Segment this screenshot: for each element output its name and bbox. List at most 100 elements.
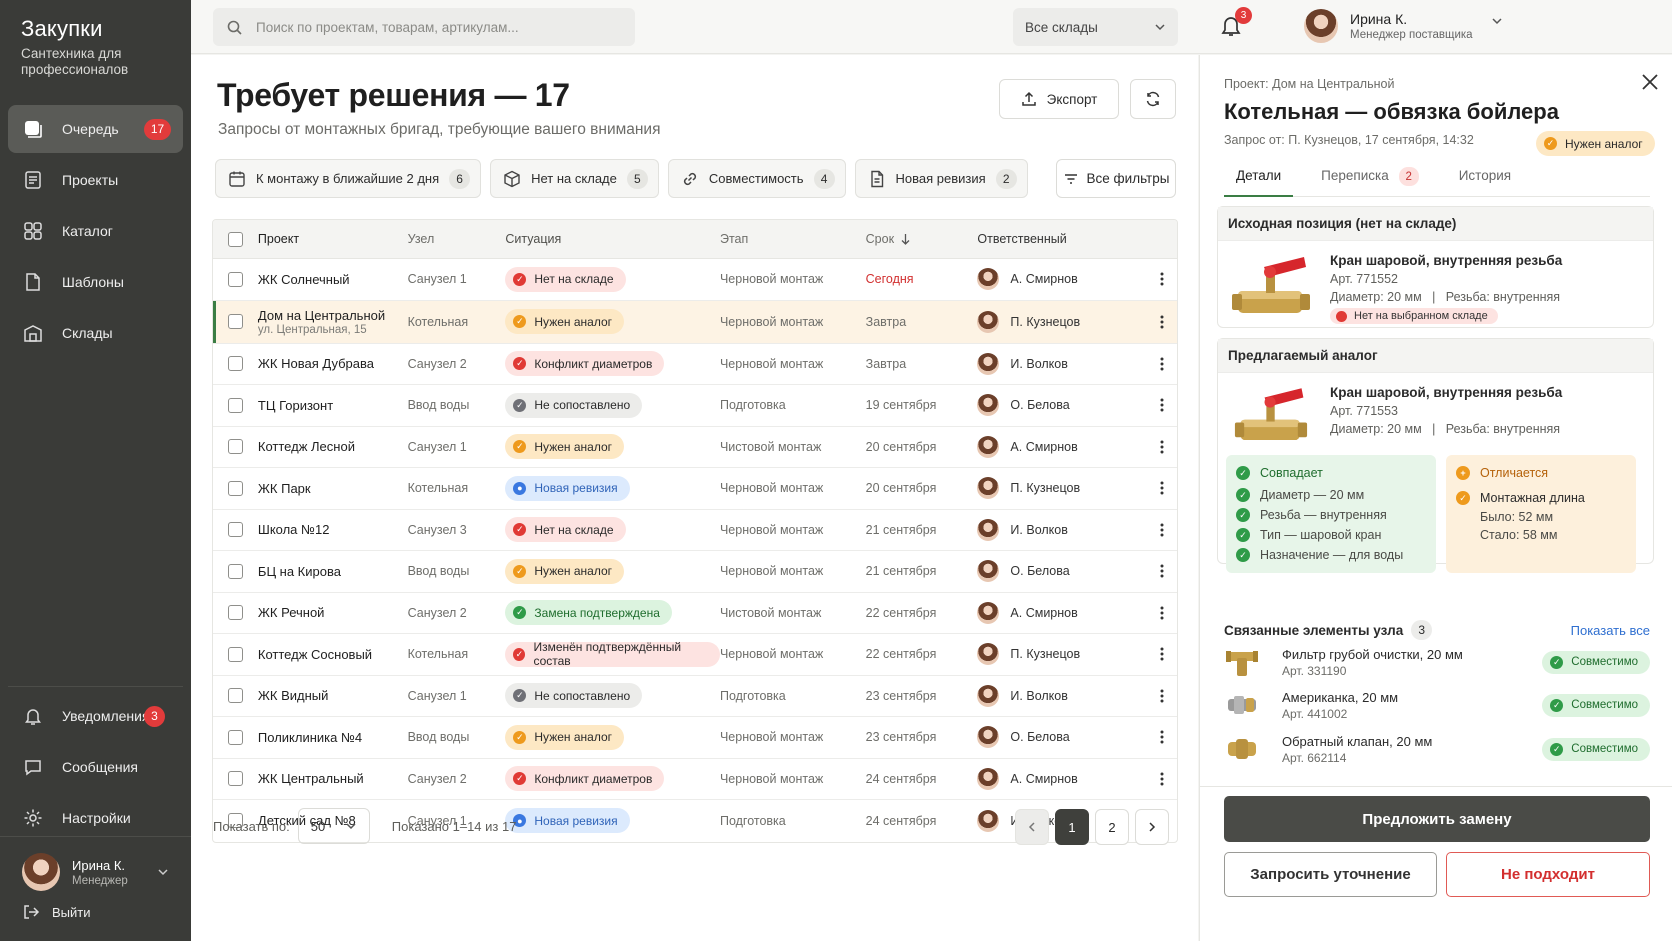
- chevron-down-icon: [1155, 24, 1165, 31]
- row-checkbox[interactable]: [227, 729, 243, 745]
- column-header[interactable]: Проект: [258, 232, 408, 246]
- more-vertical-icon[interactable]: [1160, 606, 1164, 620]
- table-row[interactable]: ЖК Видный Санузел 1 ✓ Не сопоставлено Подгот…: [213, 676, 1177, 717]
- row-checkbox[interactable]: [227, 314, 243, 329]
- tab-details[interactable]: Детали: [1224, 164, 1294, 197]
- row-checkbox[interactable]: [227, 605, 243, 621]
- table-row[interactable]: БЦ на Кирова Ввод воды ✓ Нужен аналог Чернов…: [213, 551, 1177, 593]
- situation-badge: ✓ Нет на складе: [505, 266, 626, 292]
- table-row[interactable]: ЖК Парк Котельная ● Новая ревизия Черновой м…: [213, 468, 1177, 510]
- table-row[interactable]: Коттедж Лесной Санузел 1 ✓ Нужен аналог Чист…: [213, 427, 1177, 468]
- union-fitting-image: [1228, 696, 1256, 714]
- table-row[interactable]: ЖК Центральный Санузел 2 ✓ Конфликт диаметр…: [213, 759, 1177, 800]
- more-vertical-icon[interactable]: [1160, 647, 1164, 661]
- table-row[interactable]: ЖК Новая Дубрава Санузел 2 ✓ Конфликт диаме…: [213, 344, 1177, 385]
- chip-label: Новая ревизия: [895, 171, 986, 186]
- table-row[interactable]: ЖК Солнечный Санузел 1 ✓ Нет на складе Черно…: [213, 259, 1177, 301]
- table-row[interactable]: Поликлиника №4 Ввод воды ✓ Нужен аналог Черн…: [213, 717, 1177, 759]
- chip-install-soon[interactable]: К монтажу в ближайшие 2 дня 6: [215, 159, 482, 198]
- sidebar-item-warehouses[interactable]: Склады: [8, 309, 183, 357]
- column-header[interactable]: Этап: [720, 232, 866, 246]
- table-row[interactable]: ТЦ Горизонт Ввод воды ✓ Не сопоставлено Подг…: [213, 385, 1177, 427]
- propose-replacement-button[interactable]: Предложить замену: [1224, 796, 1650, 842]
- all-filters-button[interactable]: Все фильтры: [1056, 159, 1176, 198]
- more-vertical-icon[interactable]: [1160, 730, 1164, 744]
- product-specs: Диаметр: 20 мм | Резьба: внутренняя: [1330, 290, 1561, 304]
- search-box[interactable]: [213, 8, 635, 46]
- sidebar-item-projects[interactable]: Проекты: [8, 156, 183, 204]
- chip-out-of-stock[interactable]: Нет на складе 5: [490, 159, 659, 198]
- sidebar-item-notifications[interactable]: Уведомления 3: [8, 692, 183, 740]
- row-checkbox[interactable]: [227, 688, 243, 704]
- chevron-down-icon[interactable]: [157, 866, 169, 878]
- more-vertical-icon[interactable]: [1160, 272, 1164, 286]
- related-item[interactable]: Американка, 20 мм Арт. 441002 ✓ Совместимо: [1224, 685, 1650, 725]
- tab-messages[interactable]: Переписка 2: [1309, 164, 1431, 196]
- show-all-link[interactable]: Показать все: [1571, 623, 1650, 638]
- more-vertical-icon[interactable]: [1160, 523, 1164, 537]
- more-vertical-icon[interactable]: [1160, 564, 1164, 578]
- top-user-menu[interactable]: Ирина К. Менеджер поставщика: [1304, 9, 1503, 43]
- user-role: Менеджер: [72, 874, 128, 887]
- pagination: 1 2: [1015, 809, 1175, 845]
- chip-count: 5: [626, 168, 648, 189]
- divider: [1200, 786, 1672, 787]
- chip-new-revision[interactable]: Новая ревизия 2: [854, 159, 1028, 198]
- table-row[interactable]: Дом на Центральной ул. Центральная, 15 Кот…: [213, 300, 1177, 344]
- page-size-select[interactable]: 50: [297, 808, 370, 844]
- table-row[interactable]: Школа №12 Санузел 3 ✓ Нет на складе Черновой…: [213, 510, 1177, 551]
- notifications-badge: 3: [144, 705, 165, 727]
- sidebar-user[interactable]: Ирина К. Менеджер Выйти: [0, 836, 191, 941]
- avatar: [977, 435, 1000, 458]
- select-all-checkbox[interactable]: [227, 231, 243, 247]
- page-button[interactable]: 1: [1055, 809, 1089, 845]
- project-name: ЖК Парк: [257, 480, 311, 496]
- chip-compatibility[interactable]: Совместимость 4: [667, 159, 846, 198]
- related-item[interactable]: Фильтр грубой очистки, 20 мм Арт. 331190 …: [1224, 642, 1650, 682]
- request-clarification-button[interactable]: Запросить уточнение: [1224, 852, 1437, 897]
- page-button[interactable]: 2: [1095, 809, 1129, 845]
- column-header[interactable]: Узел: [408, 232, 506, 246]
- tab-history[interactable]: История: [1447, 164, 1523, 196]
- notifications-button[interactable]: 3: [1220, 7, 1252, 38]
- more-vertical-icon[interactable]: [1160, 689, 1164, 703]
- row-checkbox[interactable]: [227, 771, 243, 787]
- sidebar-item-templates[interactable]: Шаблоны: [8, 258, 183, 306]
- sidebar-item-queue[interactable]: Очередь 17: [8, 105, 183, 153]
- sidebar-item-settings[interactable]: Настройки: [8, 794, 183, 842]
- reject-button[interactable]: Не подходит: [1446, 852, 1650, 897]
- column-header[interactable]: Ситуация: [505, 232, 720, 246]
- more-vertical-icon[interactable]: [1160, 440, 1164, 454]
- row-checkbox[interactable]: [227, 563, 243, 579]
- logout-link[interactable]: Выйти: [22, 903, 169, 921]
- row-checkbox[interactable]: [227, 356, 243, 372]
- table-row[interactable]: ЖК Речной Санузел 2 ✓ Замена подтверждена Чи…: [213, 593, 1177, 634]
- sidebar-item-catalog[interactable]: Каталог: [8, 207, 183, 255]
- column-header-due[interactable]: Срок: [866, 232, 978, 246]
- row-checkbox[interactable]: [227, 522, 243, 538]
- compatible-badge: ✓ Совместимо: [1542, 693, 1650, 717]
- row-checkbox[interactable]: [227, 439, 243, 455]
- search-input[interactable]: [256, 19, 606, 35]
- row-checkbox[interactable]: [227, 397, 243, 413]
- more-vertical-icon[interactable]: [1160, 481, 1164, 495]
- more-vertical-icon[interactable]: [1160, 315, 1164, 329]
- refresh-button[interactable]: [1130, 79, 1176, 119]
- column-header[interactable]: Ответственный: [977, 232, 1147, 246]
- next-page-button[interactable]: [1135, 809, 1169, 845]
- table-row[interactable]: Коттедж Сосновый Котельная ✓ Изменён подтве…: [213, 634, 1177, 676]
- related-item[interactable]: Обратный клапан, 20 мм Арт. 662114 ✓ Совме…: [1224, 729, 1650, 769]
- warehouse-select[interactable]: Все склады: [1013, 8, 1178, 46]
- row-checkbox[interactable]: [227, 480, 243, 496]
- sidebar-item-messages[interactable]: Сообщения: [8, 743, 183, 791]
- close-icon[interactable]: [1640, 72, 1660, 92]
- prev-page-button[interactable]: [1015, 809, 1049, 845]
- more-vertical-icon[interactable]: [1160, 398, 1164, 412]
- more-vertical-icon[interactable]: [1160, 357, 1164, 371]
- export-button[interactable]: Экспорт: [999, 79, 1119, 119]
- row-checkbox[interactable]: [227, 646, 243, 662]
- sidebar-item-label: Проекты: [62, 172, 119, 188]
- more-vertical-icon[interactable]: [1160, 772, 1164, 786]
- stage-cell: Черновой монтаж: [719, 647, 824, 662]
- row-checkbox[interactable]: [227, 271, 243, 287]
